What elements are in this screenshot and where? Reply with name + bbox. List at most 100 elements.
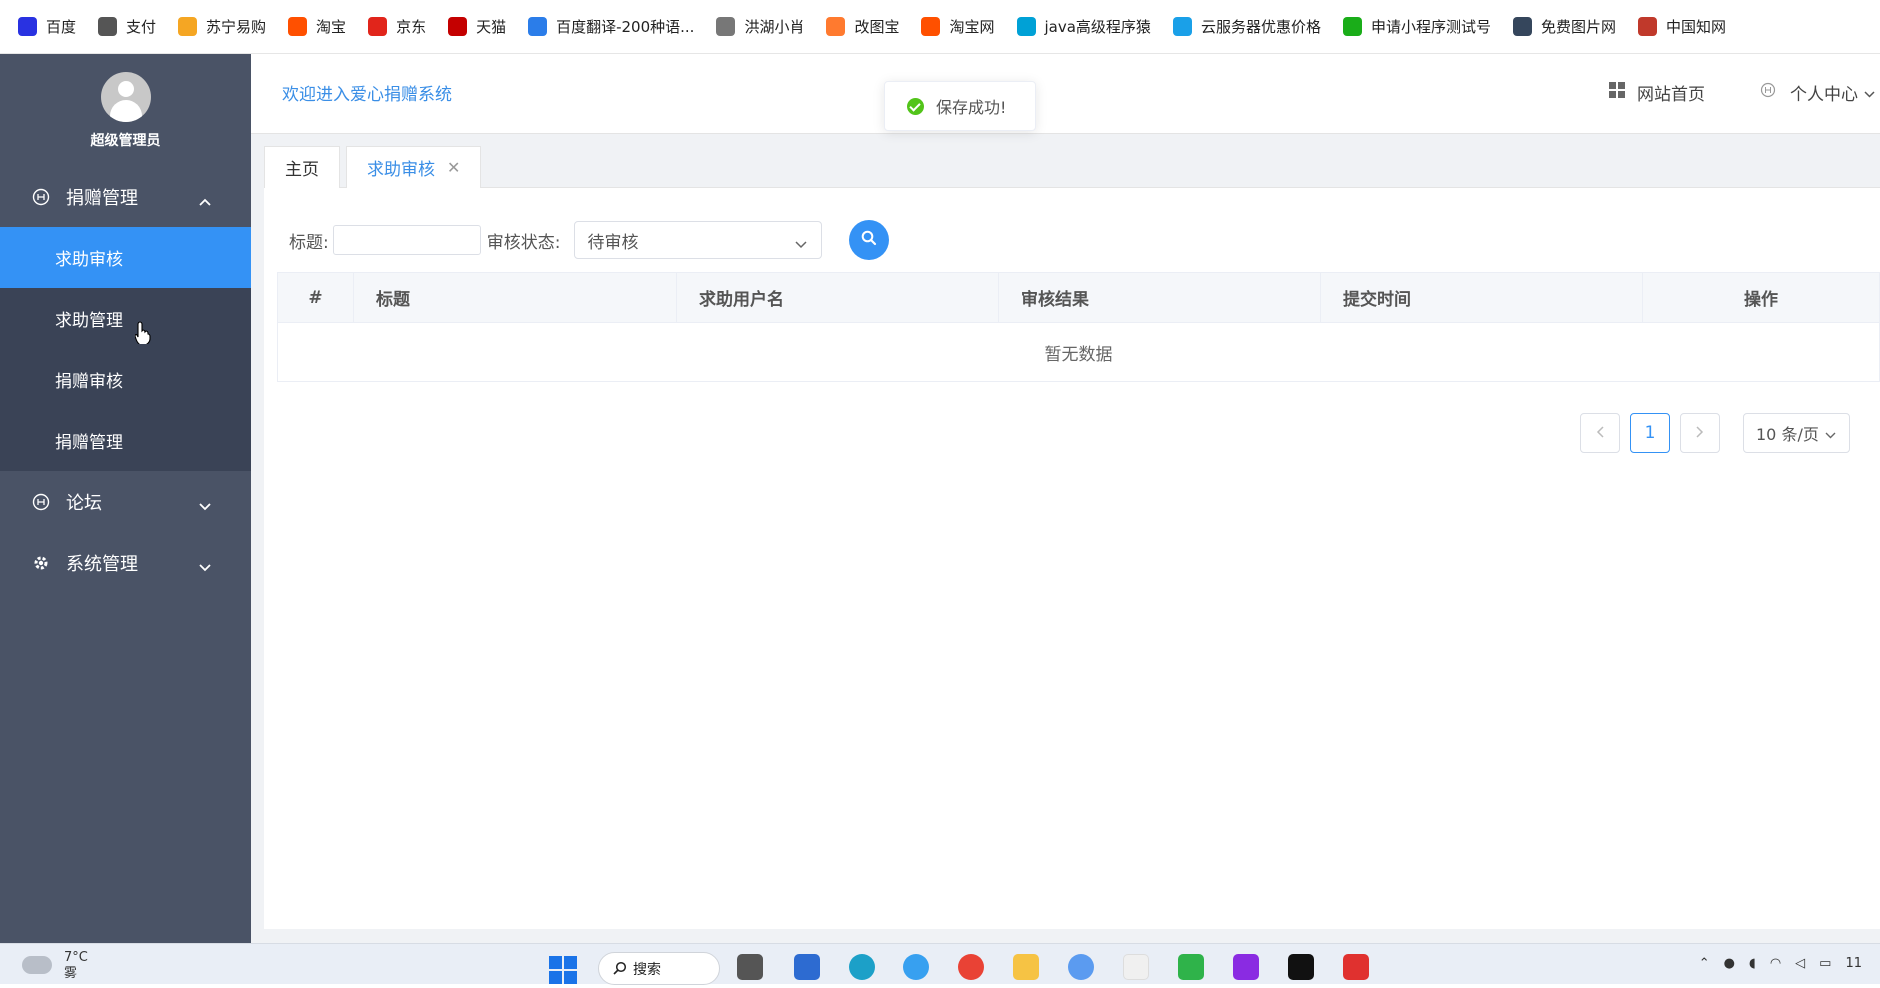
sidebar-item-label: 捐赠管理 [55, 433, 123, 453]
page-size-select[interactable]: 10 条/页 [1743, 413, 1850, 453]
top-header: 欢迎进入爱心捐赠系统 网站首页 个人中心 [251, 54, 1880, 134]
intellij-icon[interactable] [1233, 954, 1259, 980]
success-toast: 保存成功! [884, 81, 1036, 131]
chevron-down-icon [1864, 83, 1875, 103]
column-header: 求助用户名 [677, 272, 999, 323]
page-size-value: 10 条/页 [1756, 425, 1819, 444]
user-icon [1760, 82, 1776, 103]
chevron-left-icon [1596, 423, 1604, 443]
bookmark-item[interactable]: 云服务器优惠价格 [1172, 16, 1321, 37]
windows-icon [1609, 82, 1625, 103]
status-select[interactable]: 待审核 [574, 221, 823, 259]
task-view-icon[interactable] [737, 954, 763, 980]
avatar[interactable] [100, 72, 151, 122]
start-icon[interactable] [549, 956, 577, 988]
bookmark-item[interactable]: 百度 [18, 16, 76, 37]
site-home-link[interactable]: 网站首页 [1609, 80, 1705, 105]
column-header: 操作 [1744, 290, 1778, 310]
battery-icon[interactable]: ▭ [1819, 956, 1831, 971]
tmall-icon [448, 17, 468, 36]
bookmark-item[interactable]: 淘宝 [288, 16, 346, 37]
clock[interactable]: 11 [1845, 956, 1862, 971]
system-tray: ⌃ ● ◖ ◠ ◁ ▭ 11 [1685, 956, 1862, 971]
bookmark-label: java高级程序猿 [1044, 18, 1151, 36]
sidebar-item-donation-manage[interactable]: 捐赠管理 [0, 410, 251, 471]
bilibili-icon [1016, 17, 1036, 36]
status-filter-label: 审核状态: [486, 232, 561, 253]
sidebar-item-donation-review[interactable]: 捐赠审核 [0, 349, 251, 410]
chevron-up-icon[interactable]: ⌃ [1699, 956, 1710, 971]
data-table: # 标题 求助用户名 审核结果 提交时间 操作 暂无数据 [277, 272, 1880, 382]
column-header: 审核结果 [999, 272, 1321, 323]
profile-center-link[interactable]: 个人中心 [1760, 80, 1875, 105]
search-icon [613, 961, 627, 979]
page-number-button[interactable]: 1 [1630, 413, 1670, 453]
weather-widget[interactable]: 7°C 雾 [22, 950, 88, 982]
bookmark-item[interactable]: 申请小程序测试号 [1342, 16, 1491, 37]
search-button[interactable] [849, 220, 889, 260]
title-search-input[interactable] [332, 225, 481, 255]
terminal-icon[interactable] [1288, 954, 1314, 980]
wps-icon[interactable] [1343, 954, 1369, 980]
prev-page-button[interactable] [1580, 413, 1620, 453]
close-icon[interactable]: ✕ [447, 158, 460, 177]
bookmark-label: 洪湖小肖 [744, 18, 805, 36]
chrome-icon[interactable] [958, 954, 984, 980]
bookmark-item[interactable]: 百度翻译-200种语... [528, 16, 694, 37]
forum-icon [32, 493, 50, 511]
cloud-icon [22, 956, 52, 974]
temperature: 7°C [64, 950, 88, 965]
menu-group-forum[interactable]: 论坛 [0, 471, 251, 532]
bookmark-label: 百度 [46, 18, 77, 36]
taskbar-search[interactable]: 搜索 [598, 952, 720, 985]
bookmark-item[interactable]: 免费图片网 [1512, 16, 1616, 37]
menu-group-donation[interactable]: 捐赠管理 [0, 166, 251, 227]
file-explorer-icon[interactable] [1013, 954, 1039, 980]
bookmark-item[interactable]: 改图宝 [826, 16, 899, 37]
bookmark-label: 苏宁易购 [206, 18, 267, 36]
empty-state: 暂无数据 [1044, 344, 1113, 365]
menu-group-system[interactable]: 系统管理 [0, 532, 251, 593]
welcome-title: 欢迎进入爱心捐赠系统 [282, 85, 452, 105]
app-icon[interactable] [1068, 954, 1094, 980]
paint-icon[interactable] [1123, 954, 1149, 980]
chevron-up-icon [199, 190, 211, 211]
bookmark-item[interactable]: 洪湖小肖 [716, 16, 804, 37]
table-header: # 标题 求助用户名 审核结果 提交时间 操作 [278, 272, 1879, 323]
bookmark-item[interactable]: 苏宁易购 [178, 16, 266, 37]
bookmark-label: 天猫 [476, 18, 507, 36]
wifi-icon[interactable]: ◠ [1770, 956, 1781, 971]
sidebar-item-help-manage[interactable]: 求助管理 [0, 288, 251, 349]
menu-group-label: 系统管理 [66, 553, 138, 575]
qq-icon[interactable]: ● [1724, 956, 1735, 971]
bookmark-label: 淘宝网 [949, 18, 995, 36]
taskbar-search-label: 搜索 [633, 961, 661, 978]
bookmark-item[interactable]: 天猫 [448, 16, 506, 37]
bookmark-label: 申请小程序测试号 [1370, 18, 1491, 36]
chevron-down-icon [795, 234, 807, 254]
bookmark-item[interactable]: java高级程序猿 [1016, 16, 1151, 37]
volume-icon[interactable]: ◁ [1795, 956, 1805, 971]
tab-home[interactable]: 主页 [264, 146, 340, 188]
user-name: 超级管理员 [90, 133, 161, 149]
bookmark-item[interactable]: 淘宝网 [921, 16, 995, 37]
tab-help-review[interactable]: 求助审核 ✕ [346, 146, 482, 189]
chevron-right-icon [1696, 423, 1704, 443]
sidebar-item-help-review[interactable]: 求助审核 [0, 227, 251, 288]
next-page-button[interactable] [1680, 413, 1720, 453]
edge-icon[interactable] [849, 954, 875, 980]
bookmark-item[interactable]: 中国知网 [1637, 16, 1726, 37]
hbuilder-icon[interactable] [1178, 954, 1204, 980]
chevron-down-icon [1825, 424, 1836, 443]
chevron-down-icon [199, 556, 211, 577]
bookmark-item[interactable]: 支付 [98, 16, 156, 37]
baidu-paw-icon [18, 17, 37, 36]
globe-icon [98, 17, 118, 36]
bookmarks-bar: 百度 支付 苏宁易购 淘宝 京东 天猫 百度翻译-200种语... 洪湖小肖 改图宝 淘宝网 jav… [0, 0, 1880, 54]
system-app-icon[interactable] [794, 954, 820, 980]
ie-icon[interactable] [903, 954, 929, 980]
menu-group-label: 论坛 [66, 492, 102, 514]
microphone-icon[interactable]: ◖ [1749, 956, 1756, 971]
bookmark-item[interactable]: 京东 [368, 16, 426, 37]
status-select-value: 待审核 [587, 232, 639, 253]
